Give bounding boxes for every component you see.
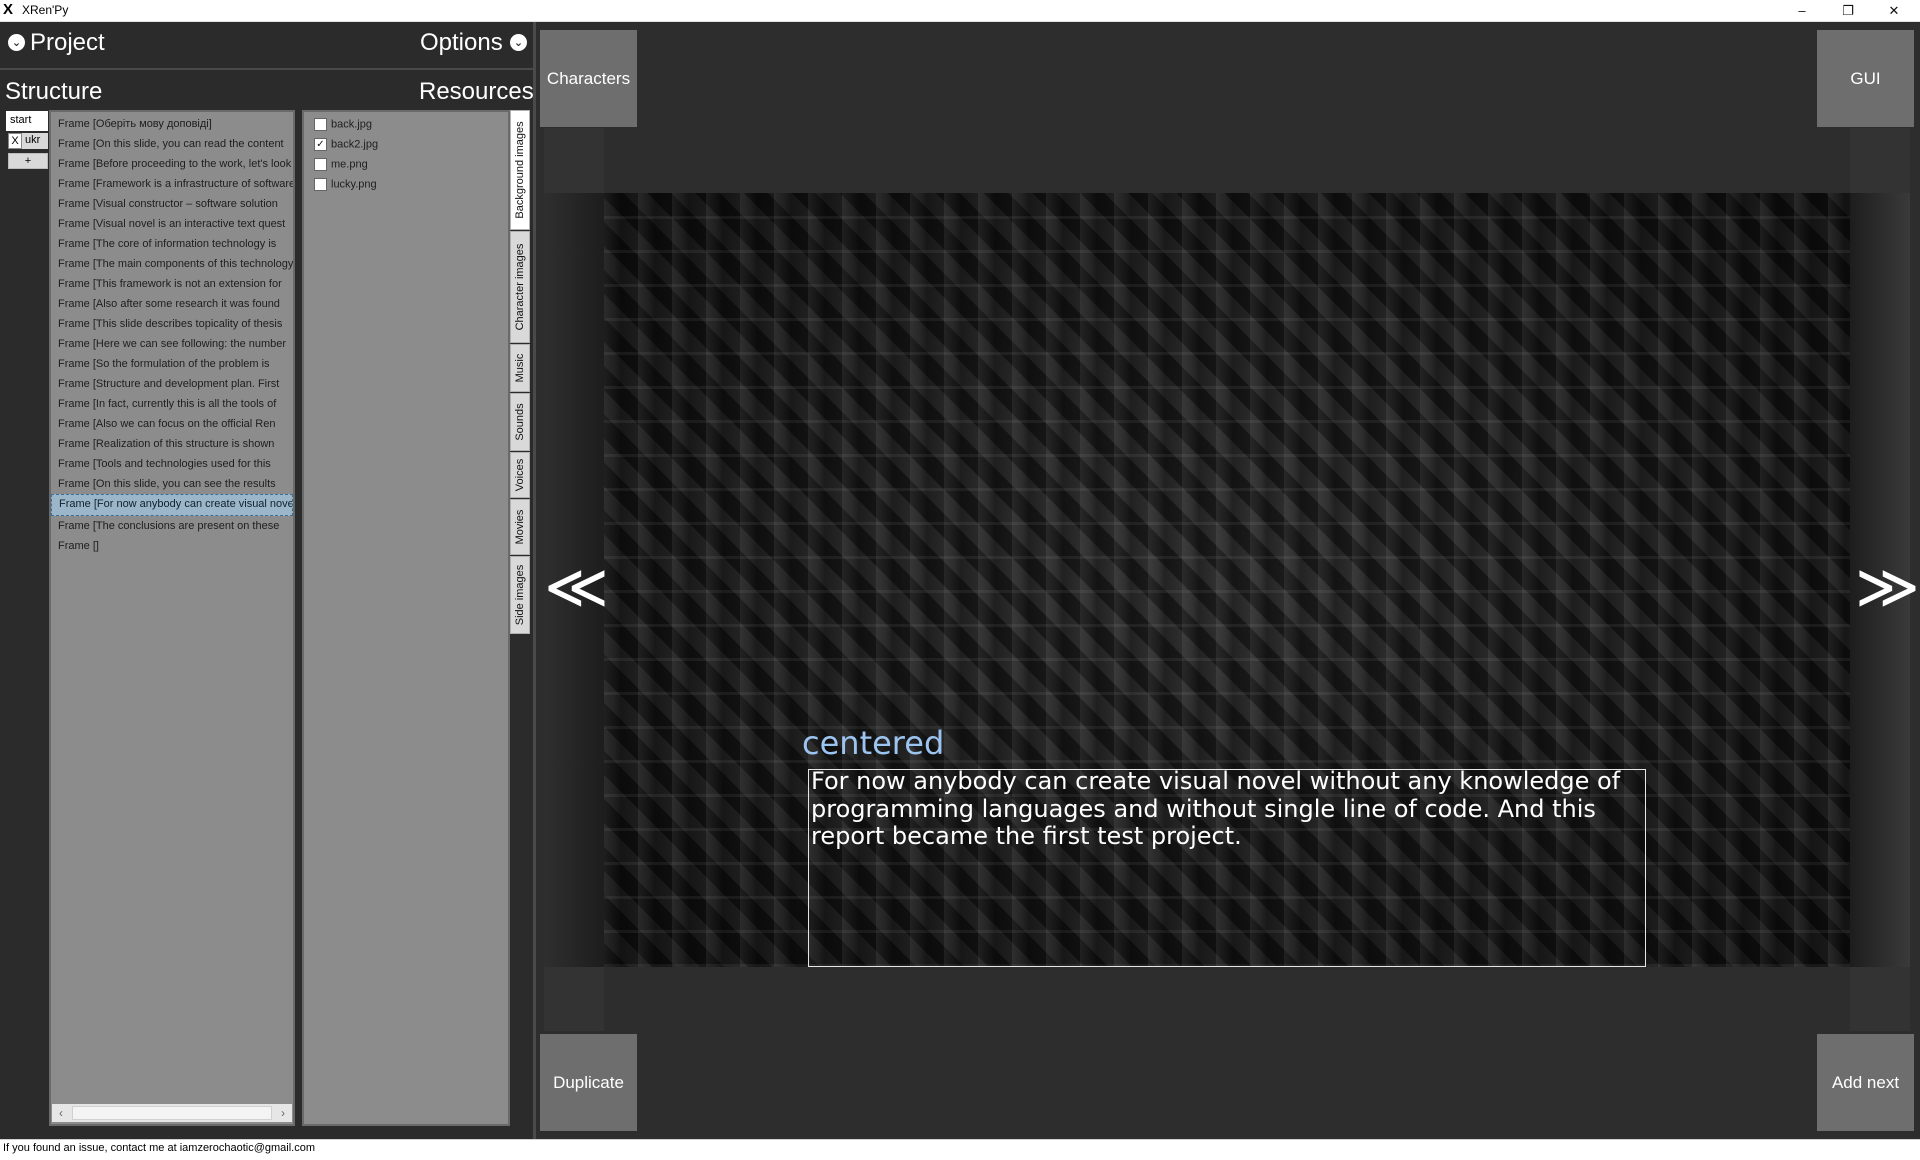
- options-menu[interactable]: Options: [420, 29, 503, 57]
- frame-list-item[interactable]: Frame [Visual constructor – software sol…: [51, 194, 293, 214]
- resources-list[interactable]: back.jpg ✓ back2.jpg me.png lucky.png: [302, 110, 510, 1126]
- resource-name: back.jpg: [331, 118, 372, 131]
- frame-list-item[interactable]: Frame [This slide describes topicality o…: [51, 314, 293, 334]
- horizontal-scrollbar[interactable]: ‹ ›: [52, 1104, 292, 1122]
- resource-tab-label: Character images: [514, 243, 526, 331]
- frame-list-item[interactable]: Frame [Tools and technologies used for t…: [51, 454, 293, 474]
- chevron-down-icon[interactable]: ⌄: [8, 34, 25, 51]
- frame-list-item[interactable]: Frame [Structure and development plan. F…: [51, 374, 293, 394]
- previous-frame-icon[interactable]: ≪: [544, 556, 609, 618]
- resource-tab[interactable]: Voices: [510, 452, 530, 498]
- resource-tab-label: Background images: [514, 121, 526, 219]
- frame-list-item[interactable]: Frame [Also after some research it was f…: [51, 294, 293, 314]
- resource-tabs: Background images Character images Music So…: [510, 110, 530, 635]
- resource-name: me.png: [331, 158, 368, 171]
- frame-list-item[interactable]: Frame [This framework is not an extensio…: [51, 274, 293, 294]
- checkbox-icon[interactable]: [314, 178, 327, 191]
- frame-list-item[interactable]: Frame []: [51, 536, 293, 556]
- frame-list-item[interactable]: Frame [Before proceeding to the work, le…: [51, 154, 293, 174]
- resource-item[interactable]: me.png: [314, 158, 368, 178]
- scroll-left-icon[interactable]: ‹: [52, 1104, 70, 1122]
- resources-heading: Resources: [419, 78, 534, 105]
- resource-name: back2.jpg: [331, 138, 379, 151]
- frame-list-item[interactable]: Frame [So the formulation of the problem…: [51, 354, 293, 374]
- resource-tab-label: Sounds: [514, 403, 526, 441]
- close-button[interactable]: ✕: [1871, 0, 1917, 22]
- resource-item[interactable]: back.jpg: [314, 118, 372, 138]
- remove-language-button[interactable]: X: [8, 133, 22, 149]
- resource-tab[interactable]: Background images: [510, 110, 530, 230]
- maximize-button[interactable]: ❐: [1825, 0, 1871, 22]
- project-menu[interactable]: Project: [30, 29, 105, 57]
- chevron-down-icon[interactable]: ⌄: [510, 34, 527, 51]
- frame-list-item[interactable]: Frame [Visual novel is an interactive te…: [51, 214, 293, 234]
- next-frame-icon[interactable]: ≫: [1855, 556, 1920, 618]
- panel-divider[interactable]: [533, 22, 536, 1139]
- checkbox-checked-icon[interactable]: ✓: [314, 138, 327, 151]
- add-language-button[interactable]: +: [8, 153, 48, 169]
- resource-tab[interactable]: Sounds: [510, 393, 530, 451]
- frame-list-item[interactable]: Frame [For now anybody can create visual…: [51, 494, 293, 516]
- frame-list-item[interactable]: Frame [The core of information technolog…: [51, 234, 293, 254]
- minimize-button[interactable]: –: [1779, 0, 1825, 22]
- resource-item[interactable]: ✓ back2.jpg: [314, 138, 378, 158]
- frame-list-item[interactable]: Frame [The conclusions are present on th…: [51, 516, 293, 536]
- language-tab-start[interactable]: start: [6, 111, 48, 131]
- resource-tab-label: Voices: [514, 458, 526, 492]
- resource-tab-label: Side images: [514, 564, 526, 626]
- status-message: If you found an issue, contact me at iam…: [3, 1142, 315, 1154]
- speaker-name: centered: [802, 724, 945, 762]
- frame-list-item[interactable]: Frame [Framework is a infrastructure of …: [51, 174, 293, 194]
- resource-tab-label: Movies: [514, 509, 526, 545]
- language-tab-ukr[interactable]: ukr: [22, 133, 48, 149]
- resource-tab-label: Music: [514, 353, 526, 383]
- checkbox-icon[interactable]: [314, 118, 327, 131]
- scrollbar-thumb[interactable]: [72, 1106, 272, 1120]
- frame-list-item[interactable]: Frame [On this slide, you can see the re…: [51, 474, 293, 494]
- add-next-button[interactable]: Add next: [1817, 1034, 1914, 1131]
- resource-tab[interactable]: Music: [510, 344, 530, 392]
- resource-tab[interactable]: Movies: [510, 499, 530, 555]
- frame-list-item[interactable]: Frame [Realization of this structure is …: [51, 434, 293, 454]
- dialog-text: For now anybody can create visual novel …: [811, 767, 1621, 850]
- resource-tab[interactable]: Side images: [510, 556, 530, 634]
- window-title: XRen'Py: [22, 3, 69, 17]
- characters-button[interactable]: Characters: [540, 30, 637, 127]
- frames-list[interactable]: Frame [Оберіть мову доповіді] Frame [On t…: [49, 110, 295, 1126]
- resource-tab[interactable]: Character images: [510, 231, 530, 343]
- divider: [0, 68, 534, 70]
- title-bar: [0, 0, 1920, 22]
- scroll-right-icon[interactable]: ›: [274, 1104, 292, 1122]
- resource-item[interactable]: lucky.png: [314, 178, 377, 198]
- duplicate-button[interactable]: Duplicate: [540, 1034, 637, 1131]
- frame-list-item[interactable]: Frame [The main components of this techn…: [51, 254, 293, 274]
- resource-name: lucky.png: [331, 178, 377, 191]
- frame-list-item[interactable]: Frame [In fact, currently this is all th…: [51, 394, 293, 414]
- gui-button[interactable]: GUI: [1817, 30, 1914, 127]
- app-logo-icon: X: [3, 1, 14, 18]
- frame-list-item[interactable]: Frame [Here we can see following: the nu…: [51, 334, 293, 354]
- structure-heading: Structure: [5, 78, 103, 105]
- checkbox-icon[interactable]: [314, 158, 327, 171]
- frame-list-item[interactable]: Frame [On this slide, you can read the c…: [51, 134, 293, 154]
- frame-list-item[interactable]: Frame [Оберіть мову доповіді]: [51, 114, 293, 134]
- frame-list-item[interactable]: Frame [Also we can focus on the official…: [51, 414, 293, 434]
